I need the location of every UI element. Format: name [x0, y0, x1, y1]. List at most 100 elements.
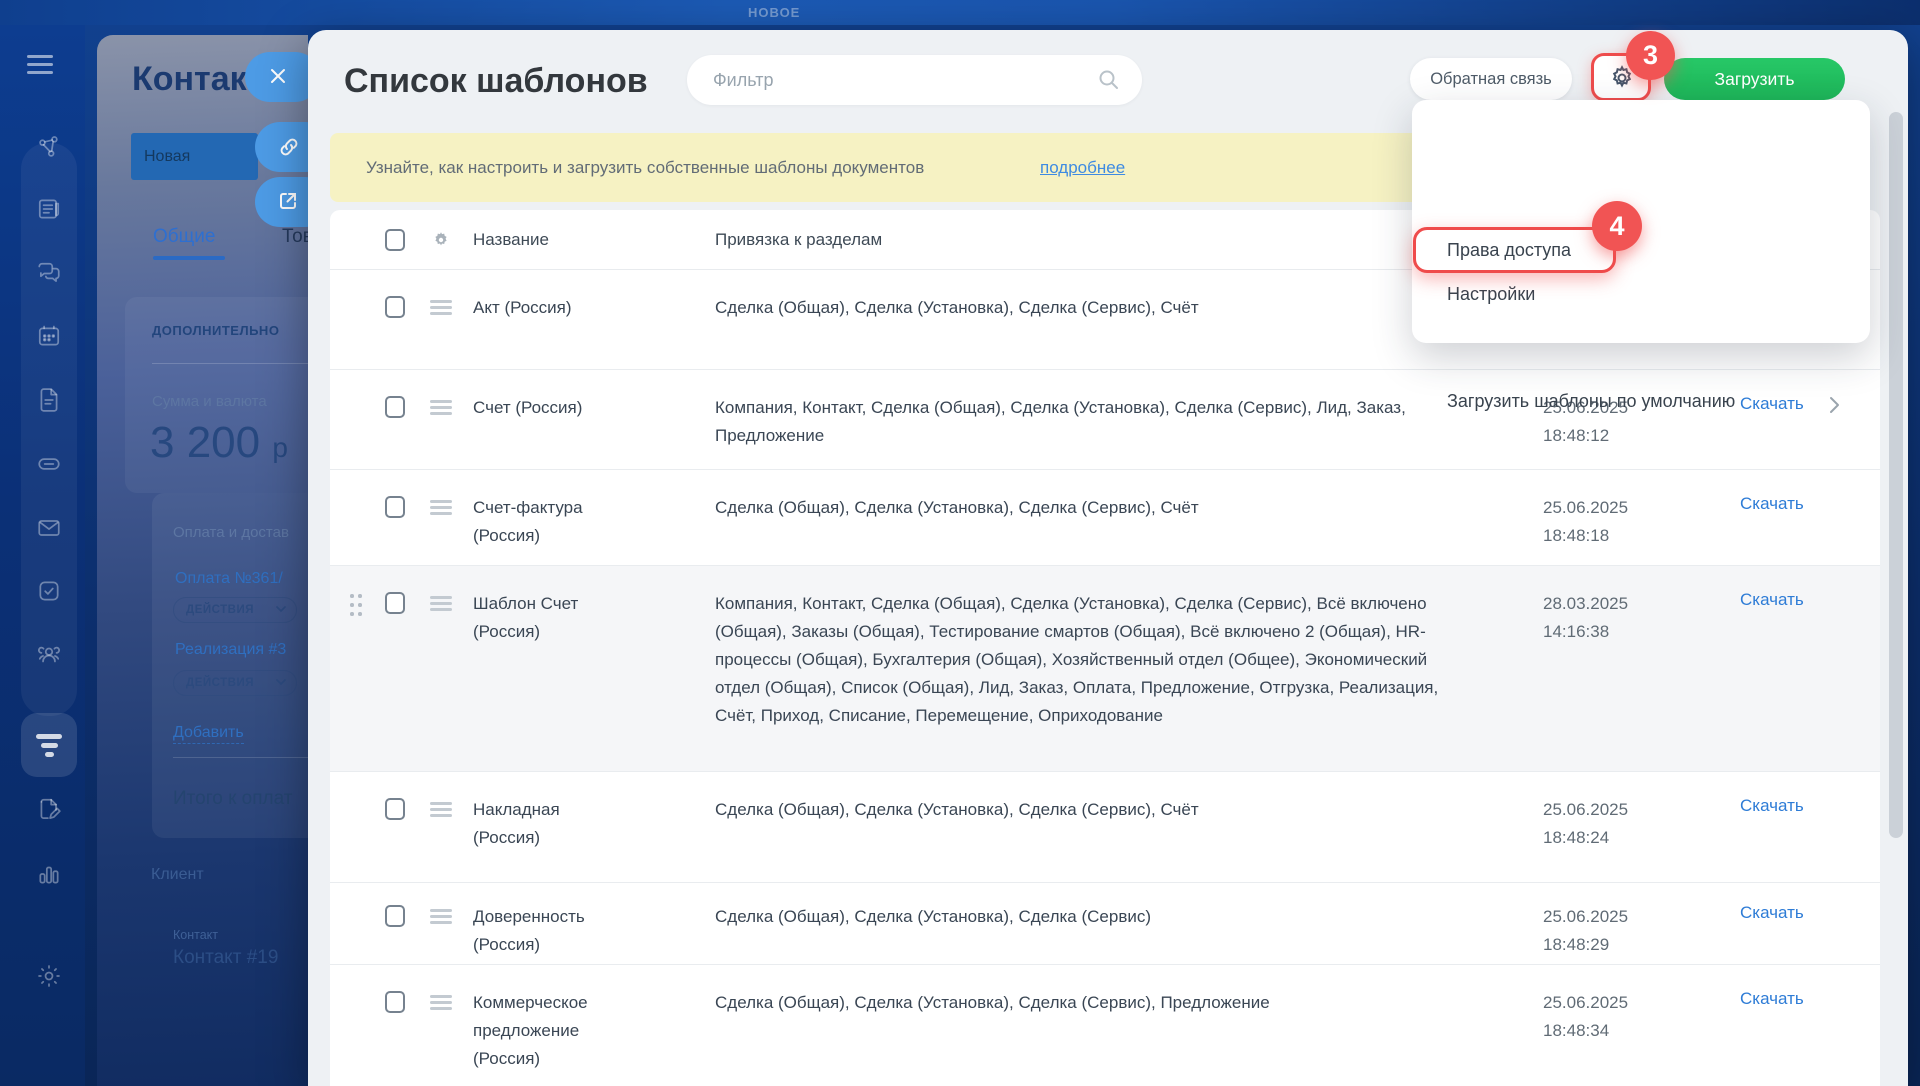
client-label: Клиент — [151, 866, 204, 884]
contact-page-title: Контак — [132, 60, 247, 99]
realization-link[interactable]: Реализация #3 — [175, 641, 286, 659]
template-date: 25.06.202518:48:34 — [1543, 989, 1663, 1045]
template-sections: Компания, Контакт, Сделка (Общая), Сделк… — [715, 394, 1470, 450]
drag-handle-icon[interactable] — [430, 400, 452, 418]
sidebar-item-crm-active[interactable] — [21, 713, 77, 777]
table-row[interactable]: Счет (Россия) Компания, Контакт, Сделка … — [330, 370, 1880, 470]
template-sections: Сделка (Общая), Сделка (Установка), Сдел… — [715, 494, 1470, 522]
row-checkbox[interactable] — [385, 496, 405, 518]
close-icon — [267, 65, 289, 87]
chat-icon[interactable] — [36, 260, 62, 286]
row-checkbox[interactable] — [385, 991, 405, 1013]
template-name: Доверенность (Россия) — [473, 903, 623, 959]
sidebar-icon-rail — [21, 143, 77, 716]
menu-item-access-rights[interactable]: Права доступа — [1447, 240, 1571, 261]
contact-field-value: Контакт #19 — [173, 947, 278, 969]
template-sections: Сделка (Общая), Сделка (Установка), Сдел… — [715, 989, 1470, 1017]
feedback-button[interactable]: Обратная связь — [1410, 58, 1572, 100]
funnel-icon — [21, 713, 77, 757]
sum-value: 3 200 р — [150, 418, 288, 468]
tab-new[interactable]: Новая — [131, 133, 258, 180]
table-row[interactable]: Шаблон Счет (Россия) Компания, Контакт, … — [330, 566, 1880, 772]
download-link[interactable]: Скачать — [1740, 796, 1804, 816]
table-row[interactable]: Накладная (Россия) Сделка (Общая), Сделк… — [330, 772, 1880, 883]
document-icon[interactable] — [36, 387, 62, 413]
settings-gear-icon[interactable] — [36, 963, 62, 989]
share-icon[interactable] — [36, 134, 62, 160]
people-icon[interactable] — [36, 642, 62, 668]
drag-handle-icon[interactable] — [430, 500, 452, 518]
add-link[interactable]: Добавить — [173, 724, 244, 744]
table-row[interactable]: Коммерческое предложение (Россия) Сделка… — [330, 965, 1880, 1086]
select-all-checkbox[interactable] — [385, 229, 405, 251]
template-sections: Компания, Контакт, Сделка (Общая), Сделк… — [715, 590, 1470, 730]
news-feed-icon[interactable] — [36, 196, 62, 222]
drag-dots-icon[interactable] — [350, 594, 363, 638]
chevron-down-icon — [276, 606, 286, 613]
template-name: Счет (Россия) — [473, 394, 623, 422]
divider — [152, 363, 308, 364]
template-name: Счет-фактура (Россия) — [473, 494, 623, 550]
row-checkbox[interactable] — [385, 296, 405, 318]
new-tab-label: НОВОЕ — [748, 5, 800, 20]
row-checkbox[interactable] — [385, 396, 405, 418]
menu-item-access-rights-highlight[interactable]: Права доступа — [1413, 227, 1616, 273]
template-sections: Сделка (Общая), Сделка (Установка), Сдел… — [715, 294, 1470, 322]
sidebar — [0, 25, 85, 1086]
search-icon — [1098, 69, 1120, 91]
column-header-sections[interactable]: Привязка к разделам — [715, 230, 882, 250]
tab-general[interactable]: Общие — [153, 226, 215, 248]
template-sections: Сделка (Общая), Сделка (Установка), Сдел… — [715, 903, 1470, 931]
template-date: 28.03.202514:16:38 — [1543, 590, 1663, 646]
drag-handle-icon[interactable] — [430, 596, 452, 614]
step-badge-3: 3 — [1626, 31, 1675, 80]
chevron-down-icon — [276, 679, 286, 686]
payment-card — [152, 493, 308, 838]
column-settings-gear-icon[interactable] — [430, 229, 452, 256]
document-edit-icon[interactable] — [36, 797, 62, 823]
drive-icon[interactable] — [36, 451, 62, 477]
mail-icon[interactable] — [36, 515, 62, 541]
template-date: 25.06.202518:48:24 — [1543, 796, 1663, 852]
link-icon — [277, 135, 301, 159]
template-date: 25.06.202518:48:18 — [1543, 494, 1663, 550]
table-row[interactable]: Доверенность (Россия) Сделка (Общая), Сд… — [330, 883, 1880, 965]
banner-more-link[interactable]: подробнее — [1040, 158, 1125, 178]
actions-dropdown[interactable]: ДЕЙСТВИЯ — [173, 597, 297, 623]
drag-handle-icon[interactable] — [430, 300, 452, 318]
calendar-icon[interactable] — [36, 323, 62, 349]
modal-scrollbar[interactable] — [1889, 112, 1903, 838]
template-name: Накладная (Россия) — [473, 796, 623, 852]
menu-item-settings[interactable]: Настройки — [1447, 284, 1535, 305]
table-row[interactable]: Счет-фактура (Россия) Сделка (Общая), Сд… — [330, 470, 1880, 566]
payment-section-label: Оплата и достав — [173, 524, 289, 541]
actions-dropdown[interactable]: ДЕЙСТВИЯ — [173, 670, 297, 696]
payment-link[interactable]: Оплата №361/ — [175, 570, 283, 588]
template-name: Акт (Россия) — [473, 294, 623, 322]
template-name: Коммерческое предложение (Россия) — [473, 989, 623, 1073]
row-checkbox[interactable] — [385, 905, 405, 927]
drag-handle-icon[interactable] — [430, 802, 452, 820]
chart-icon[interactable] — [36, 861, 62, 887]
tasks-icon[interactable] — [36, 578, 62, 604]
chevron-right-icon — [1827, 395, 1841, 420]
top-bar — [0, 0, 1920, 25]
download-link[interactable]: Скачать — [1740, 903, 1804, 923]
row-checkbox[interactable] — [385, 798, 405, 820]
additional-label: ДОПОЛНИТЕЛЬНО — [152, 323, 279, 338]
hamburger-menu-icon[interactable] — [27, 55, 53, 75]
drag-handle-icon[interactable] — [430, 909, 452, 927]
filter-input[interactable] — [713, 67, 1083, 93]
drag-handle-icon[interactable] — [430, 995, 452, 1013]
step-badge-4: 4 — [1592, 201, 1642, 251]
banner-text: Узнайте, как настроить и загрузить собст… — [366, 158, 924, 178]
download-link[interactable]: Скачать — [1740, 394, 1804, 414]
settings-dropdown-menu: Список полей Настройки Права доступа 4 З… — [1412, 100, 1870, 343]
column-header-name[interactable]: Название — [473, 230, 549, 250]
row-checkbox[interactable] — [385, 592, 405, 614]
menu-item-load-default-templates[interactable]: Загрузить шаблоны по умолчанию — [1447, 391, 1735, 412]
upload-button[interactable]: Загрузить — [1664, 58, 1845, 100]
download-link[interactable]: Скачать — [1740, 989, 1804, 1009]
download-link[interactable]: Скачать — [1740, 494, 1804, 514]
download-link[interactable]: Скачать — [1740, 590, 1804, 610]
